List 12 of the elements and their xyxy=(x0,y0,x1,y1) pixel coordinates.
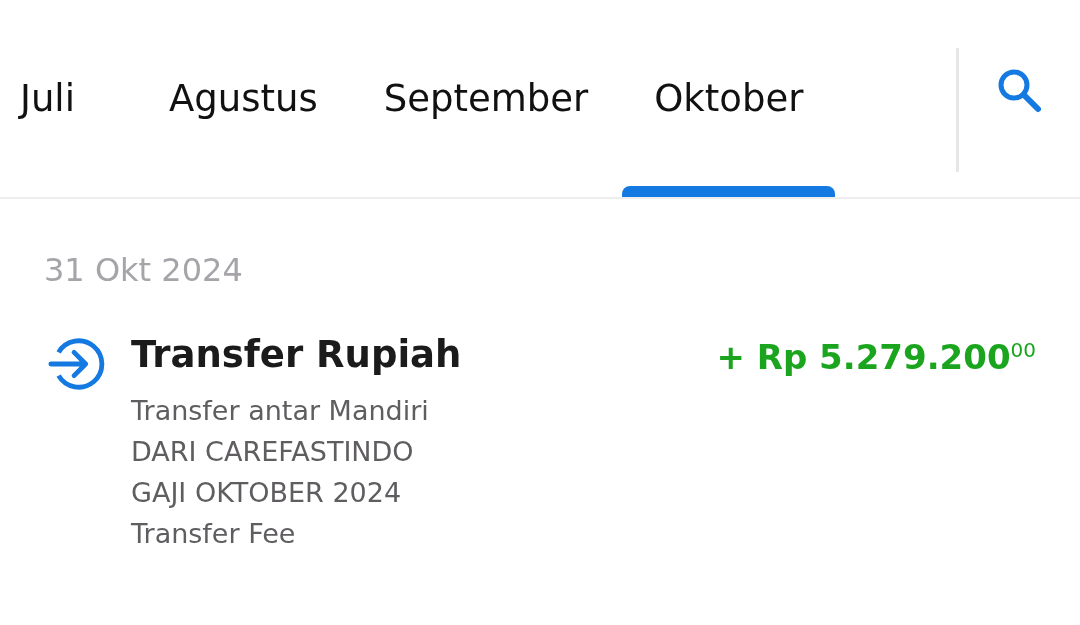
transaction-title: Transfer Rupiah xyxy=(131,333,463,376)
transaction-detail: DARI CAREFASTINDO xyxy=(131,435,415,469)
transaction-detail: Transfer antar Mandiri xyxy=(131,394,430,428)
month-tab[interactable]: September xyxy=(351,0,621,197)
month-tab[interactable]: Agustus xyxy=(136,0,350,197)
date-header: 31 Okt 2024 xyxy=(43,250,244,289)
transaction-detail: Transfer Fee xyxy=(131,517,297,551)
transaction-amount: + Rp 5.279.200$^{00}$ xyxy=(716,337,1036,377)
month-tab[interactable]: Oktober xyxy=(622,0,836,197)
month-tab[interactable]: Juli xyxy=(0,0,107,197)
transaction-detail: GAJI OKTOBER 2024 xyxy=(131,476,403,510)
arrow-in-circle-icon xyxy=(47,335,105,393)
